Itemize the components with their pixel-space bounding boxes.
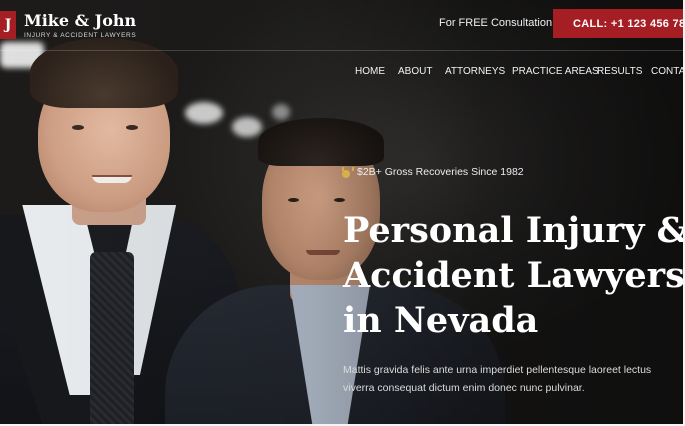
description-line: Mattis gravida felis ante urna imperdiet… [343, 364, 652, 376]
nav-item-about[interactable]: ABOUT [398, 66, 432, 77]
headline-line: Personal Injury & [343, 210, 685, 251]
nav-item-results[interactable]: RESULTS [597, 66, 642, 77]
logo-text: Mike & John INJURY & ACCIDENT LAWYERS [24, 10, 137, 39]
nav-item-practice-areas[interactable]: PRACTICE AREAS [512, 66, 599, 77]
nav-item-contact[interactable]: CONTAC [651, 66, 685, 77]
nav-item-home[interactable]: HOME [355, 66, 385, 77]
logo-badge: J [0, 11, 16, 39]
nav-item-attorneys[interactable]: ATTORNEYS [445, 66, 505, 77]
recoveries-tag: $2B+ Gross Recoveries Since 1982 [341, 166, 524, 178]
site-logo[interactable]: J Mike & John INJURY & ACCIDENT LAWYERS [0, 8, 136, 42]
hero-description: Mattis gravida felis ante urna imperdiet… [343, 361, 663, 397]
consultation-text: For FREE Consultation [439, 17, 553, 29]
header-divider [0, 50, 685, 51]
hero-headline: Personal Injury & Accident Lawyers in Ne… [343, 208, 685, 343]
main-nav: HOME ABOUT ATTORNEYS PRACTICE AREAS RESU… [0, 66, 685, 80]
headline-line: in Nevada [343, 300, 539, 341]
call-button[interactable]: CALL: +1 123 456 7890 [553, 9, 685, 38]
headline-line: Accident Lawyers [343, 255, 685, 296]
brand-tagline: INJURY & ACCIDENT LAWYERS [24, 31, 137, 39]
recoveries-text: $2B+ Gross Recoveries Since 1982 [357, 166, 524, 178]
brand-name: Mike & John [24, 10, 137, 30]
medal-icon [341, 167, 351, 178]
description-line: viverra consequat dictum enim donec nunc… [343, 382, 585, 394]
top-bar: J Mike & John INJURY & ACCIDENT LAWYERS … [0, 0, 685, 50]
